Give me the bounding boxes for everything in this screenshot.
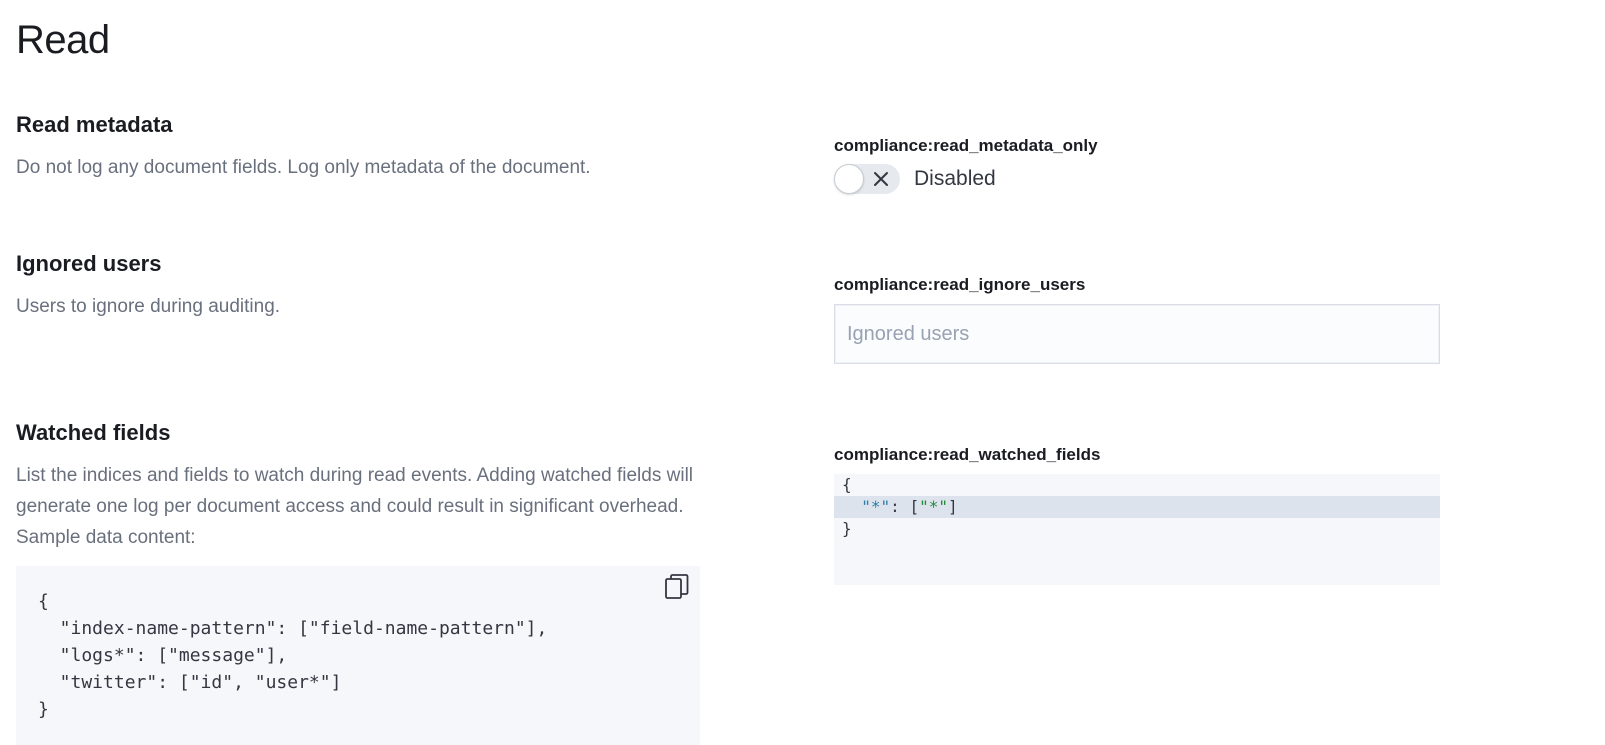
code-line: "logs*": ["message"], — [38, 645, 288, 666]
copy-icon — [665, 574, 689, 599]
section-watched-fields: Watched fields List the indices and fiel… — [16, 420, 696, 553]
field-label: compliance:read_ignore_users — [834, 275, 1086, 294]
section-title: Read metadata — [16, 112, 173, 137]
editor-line: { — [842, 475, 852, 494]
section-description: List the indices and fields to watch dur… — [16, 465, 694, 548]
field-read-metadata-only: compliance:read_metadata_only Disabled — [834, 136, 1440, 194]
copy-button[interactable] — [662, 572, 692, 602]
editor-line: } — [842, 519, 852, 538]
code-lines: { "index-name-pattern": ["field-name-pat… — [38, 588, 547, 723]
code-line: "index-name-pattern": ["field-name-patte… — [38, 618, 548, 639]
switch-knob — [834, 164, 864, 194]
section-title: Ignored users — [16, 251, 162, 276]
section-description: Do not log any document fields. Log only… — [16, 157, 591, 178]
field-read-watched-fields: compliance:read_watched_fields { "*": ["… — [834, 445, 1440, 585]
json-separator: : [ — [890, 497, 920, 516]
watched-fields-editor[interactable]: { "*": ["*"] } — [834, 474, 1440, 585]
cross-icon — [874, 172, 888, 186]
field-label: compliance:read_metadata_only — [834, 136, 1098, 155]
code-line: } — [38, 699, 49, 720]
editor-line-active: "*": ["*"] — [834, 496, 1440, 518]
switch-label: Disabled — [914, 167, 996, 190]
field-read-ignore-users: compliance:read_ignore_users — [834, 275, 1440, 364]
json-close: ] — [947, 497, 958, 516]
code-line: "twitter": ["id", "user*"] — [38, 672, 342, 693]
json-string: "*" — [919, 497, 948, 516]
page-title: Read — [16, 18, 110, 62]
page: Read Read metadata Do not log any docume… — [0, 0, 1605, 745]
section-read-metadata: Read metadata Do not log any document fi… — [16, 112, 696, 183]
field-label: compliance:read_watched_fields — [834, 445, 1101, 464]
switch-row: Disabled — [834, 164, 1440, 194]
ignored-users-input[interactable] — [834, 304, 1440, 364]
read-metadata-switch[interactable] — [834, 164, 900, 194]
json-key: "*" — [861, 497, 891, 516]
sample-code-block: { "index-name-pattern": ["field-name-pat… — [16, 566, 700, 745]
section-description: Users to ignore during auditing. — [16, 296, 281, 317]
section-ignored-users: Ignored users Users to ignore during aud… — [16, 251, 696, 322]
section-title: Watched fields — [16, 420, 171, 445]
code-line: { — [38, 591, 49, 612]
